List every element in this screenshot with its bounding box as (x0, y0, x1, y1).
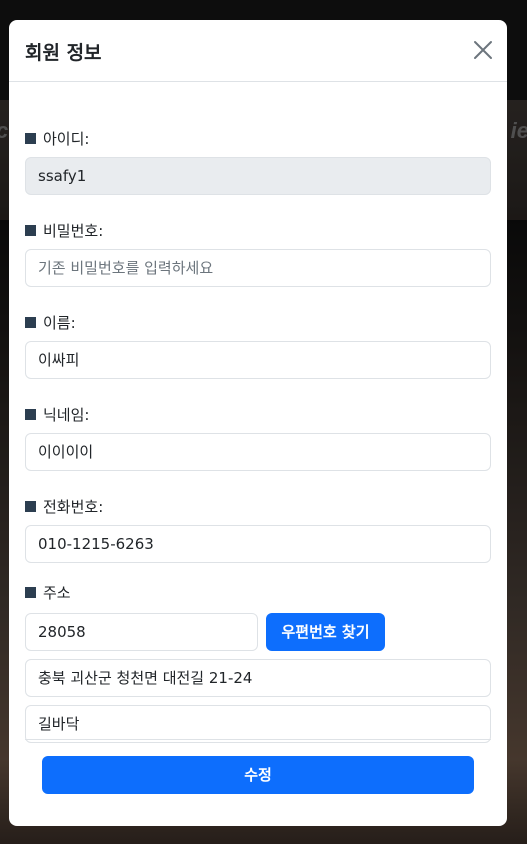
close-icon (474, 41, 492, 59)
password-label-text: 비밀번호: (43, 221, 104, 240)
zipcode-field[interactable]: 28058 (25, 613, 258, 651)
square-icon (25, 408, 36, 420)
modal-divider (25, 739, 491, 740)
name-label: 이름: (25, 312, 76, 332)
address-label-text: 주소 (43, 583, 71, 602)
square-icon (25, 586, 36, 598)
phone-label: 전화번호: (25, 496, 103, 516)
square-icon (25, 132, 36, 144)
id-label-text: 아이디: (43, 129, 90, 148)
id-field[interactable]: ssafy1 (25, 157, 491, 195)
nickname-field[interactable]: 이이이이 (25, 433, 491, 471)
address-line1-field[interactable]: 충북 괴산군 청천면 대전길 21-24 (25, 659, 491, 697)
member-info-modal: 회원 정보 아이디: ssafy1 비밀번호: 기존 비밀번호를 입력하세요 이… (9, 20, 507, 826)
nickname-label: 닉네임: (25, 404, 89, 424)
submit-button[interactable]: 수정 (42, 756, 474, 794)
close-button[interactable] (471, 38, 495, 62)
address-label: 주소 (25, 582, 71, 602)
square-icon (25, 316, 36, 328)
address-line2-field[interactable]: 길바닥 (25, 705, 491, 743)
phone-label-text: 전화번호: (43, 497, 104, 516)
id-label: 아이디: (25, 128, 89, 148)
nickname-label-text: 닉네임: (43, 405, 90, 424)
modal-header: 회원 정보 (9, 20, 507, 82)
modal-title: 회원 정보 (25, 42, 102, 64)
square-icon (25, 500, 36, 512)
find-zipcode-button[interactable]: 우편번호 찾기 (266, 613, 385, 651)
password-label: 비밀번호: (25, 220, 103, 240)
name-field[interactable]: 이싸피 (25, 341, 491, 379)
password-field[interactable]: 기존 비밀번호를 입력하세요 (25, 249, 491, 287)
phone-field[interactable]: 010-1215-6263 (25, 525, 491, 563)
square-icon (25, 224, 36, 236)
name-label-text: 이름: (43, 313, 76, 332)
